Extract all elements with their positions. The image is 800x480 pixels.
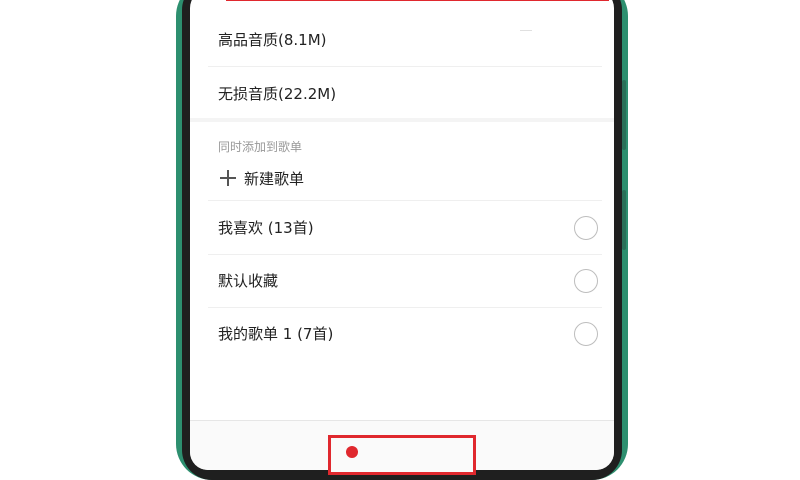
radio-circle-icon[interactable] xyxy=(574,268,598,293)
playlist-item-default[interactable]: 默认收藏 xyxy=(208,254,602,308)
highlight-box-selected-quality xyxy=(226,0,609,1)
quality-option-label: 高品音质(8.1M) xyxy=(218,30,327,49)
radio-circle-icon[interactable] xyxy=(574,215,598,240)
new-playlist-label: 新建歌单 xyxy=(244,169,305,188)
divider xyxy=(520,30,532,31)
playlist-item-label: 默认收藏 xyxy=(218,272,279,290)
quality-option-label: 无损音质(22.2M) xyxy=(218,84,337,103)
plus-icon xyxy=(220,170,236,186)
playlist-item-favorites[interactable]: 我喜欢 (13首) xyxy=(208,201,602,255)
phone-side-key xyxy=(622,80,626,150)
playlist-item-my-playlist-1[interactable]: 我的歌单 1 (7首) xyxy=(208,307,602,360)
playlist-item-label: 我的歌单 1 (7首) xyxy=(218,325,334,343)
quality-option-lossless[interactable]: 无损音质(22.2M) xyxy=(208,66,602,120)
new-playlist-button[interactable]: 新建歌单 xyxy=(208,156,602,201)
section-label-add-to-playlist: 同时添加到歌单 xyxy=(218,140,303,154)
red-circle-icon xyxy=(346,446,358,458)
radio-circle-icon[interactable] xyxy=(574,321,598,346)
section-divider xyxy=(190,118,614,122)
phone-side-key-lower xyxy=(622,190,626,250)
quality-option-high[interactable]: 高品音质(8.1M) xyxy=(208,12,602,67)
phone-screen: 高品音质(8.1M) 无损音质(22.2M) 同时添加到歌单 新建歌单 我喜欢 … xyxy=(190,0,614,470)
playlist-item-label: 我喜欢 (13首) xyxy=(218,219,314,237)
